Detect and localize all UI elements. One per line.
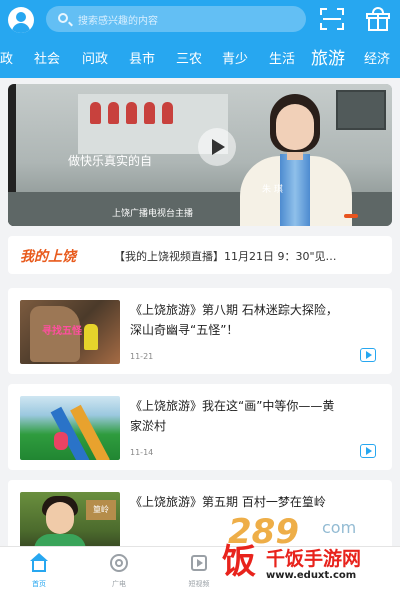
video-icon [360, 348, 376, 362]
search-input[interactable]: 搜索感兴趣的内容 [46, 6, 306, 32]
list-item[interactable]: 寻找五怪 《上饶旅游》第八期 石林迷踪大探险，深山奇幽寻“五怪”！ 11-21 [8, 288, 392, 374]
article-thumbnail: 寻找五怪 [20, 300, 120, 364]
scan-icon[interactable] [320, 8, 344, 30]
article-title: 《上饶旅游》第八期 石林迷踪大探险，深山奇幽寻“五怪”！ [130, 303, 338, 337]
tab-category-active[interactable]: 旅游 [311, 44, 345, 69]
tab-category[interactable]: 三农 [176, 48, 202, 67]
short-video-icon [189, 553, 209, 573]
presenter-image [236, 92, 356, 226]
article-thumbnail [20, 396, 120, 460]
tab-category[interactable]: 青少 [222, 48, 248, 67]
carousel-indicator [344, 214, 358, 218]
watermark-site: 千饭手游网 [266, 548, 362, 570]
user-avatar-icon[interactable] [8, 7, 34, 33]
thumbnail-text: 寻找五怪 [42, 326, 82, 337]
play-icon[interactable] [198, 128, 236, 166]
home-icon [29, 553, 49, 573]
banner-caption: 做快乐真实的自 [68, 154, 153, 168]
notice-bar[interactable]: 我的上饶 【我的上饶视频直播】11月21日 9：30"见… [8, 236, 392, 274]
notice-text: 【我的上饶视频直播】11月21日 9：30"见… [114, 250, 337, 263]
tab-category[interactable]: 经济 [364, 48, 390, 67]
tab-label: 广电 [112, 580, 126, 588]
watermark-com: com [322, 518, 357, 537]
video-icon [360, 444, 376, 458]
tab-label: 首页 [32, 580, 46, 588]
search-placeholder: 搜索感兴趣的内容 [78, 16, 158, 27]
tab-category[interactable]: 问政 [82, 48, 108, 67]
article-title: 《上饶旅游》我在这“画”中等你——黄家淤村 [130, 399, 335, 433]
banner-role: 上饶广播电视台主播 [112, 209, 194, 219]
notice-logo: 我的上饶 [20, 249, 76, 265]
article-title: 《上饶旅游》第五期 百村一梦在篁岭 [130, 495, 326, 509]
thumbnail-text: 篁岭 [86, 500, 116, 520]
tab-home[interactable]: 首页 [14, 551, 64, 591]
watermark-url: www.eduxt.com [266, 570, 357, 581]
tab-radio[interactable]: 广电 [94, 551, 144, 591]
radio-icon [109, 553, 129, 573]
banner-name: 朱 琪 [262, 185, 283, 195]
article-date: 11-21 [130, 352, 154, 361]
hero-banner[interactable]: 做快乐真实的自 朱 琪 上饶广播电视台主播 [8, 84, 392, 226]
tab-category[interactable]: 生活 [269, 48, 295, 67]
gift-icon[interactable] [366, 7, 390, 31]
list-item[interactable]: 《上饶旅游》我在这“画”中等你——黄家淤村 11-14 [8, 384, 392, 470]
article-date: 11-14 [130, 448, 154, 457]
watermark: 289 com 饭 千饭手游网 www.eduxt.com [214, 512, 400, 592]
watermark-logo-icon: 饭 [222, 542, 256, 582]
tab-category[interactable]: 政 [0, 48, 13, 67]
search-icon [58, 13, 68, 23]
tab-category[interactable]: 社会 [34, 48, 60, 67]
tab-category[interactable]: 县市 [129, 48, 155, 67]
category-tabs: 政 社会 问政 县市 三农 青少 生活 旅游 经济 [0, 44, 400, 74]
app-header: 搜索感兴趣的内容 政 社会 问政 县市 三农 青少 生活 旅游 经济 [0, 0, 400, 78]
